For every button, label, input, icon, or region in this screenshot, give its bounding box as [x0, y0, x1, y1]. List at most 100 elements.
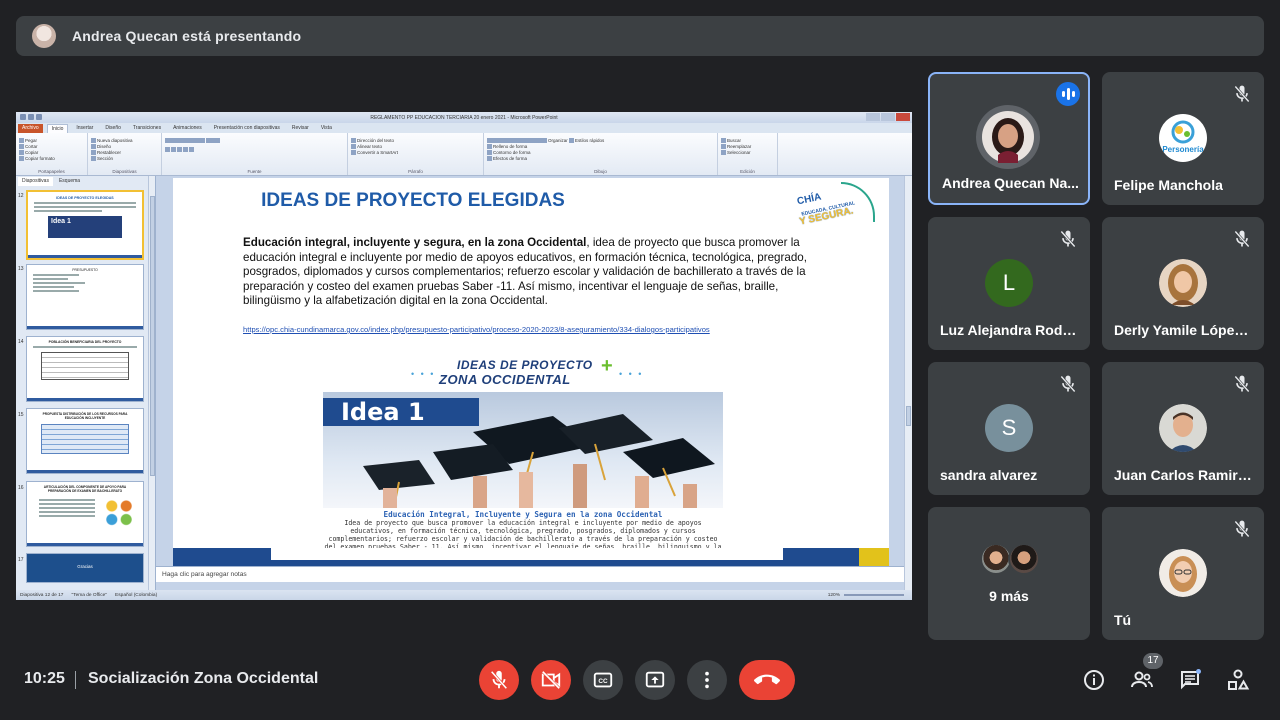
participant-tile-sandra[interactable]: S sandra alvarez: [928, 362, 1090, 495]
select-icon: [721, 150, 726, 156]
toggle-mic-button[interactable]: [479, 660, 519, 700]
status-slide-count: Diapositiva 12 de 17: [20, 592, 64, 598]
presenting-banner[interactable]: Andrea Quecan está presentando: [16, 16, 1264, 56]
participant-tile-derly[interactable]: Derly Yamile López...: [1102, 217, 1264, 350]
underline-icon: [177, 147, 182, 153]
participant-tile-juan[interactable]: Juan Carlos Ramirez: [1102, 362, 1264, 495]
participant-name: sandra alvarez: [940, 467, 1038, 483]
slides-pane: Diapositivas Esquema 12 IDEAS DE PROYECT…: [16, 176, 156, 590]
thumb-line: [39, 503, 95, 505]
avatar-juan: [1159, 404, 1207, 452]
thumb-16-icons: [101, 497, 137, 527]
group-paragraph: Dirección del texto Alinear texto Conver…: [348, 133, 484, 175]
svg-text:CC: CC: [598, 678, 608, 685]
presenter-avatar: [32, 24, 56, 48]
replace-label: Reemplazar: [727, 144, 752, 149]
participant-tile-andrea[interactable]: Andrea Quecan Na...: [928, 72, 1090, 205]
presenting-text: Andrea Quecan está presentando: [72, 28, 302, 44]
notes-pane[interactable]: Haga clic para agregar notas: [156, 566, 904, 582]
leave-call-button[interactable]: [739, 660, 795, 700]
participant-tile-luz[interactable]: L Luz Alejandra Rodr...: [928, 217, 1090, 350]
thumb-12-title: IDEAS DE PROYECTO ELEGIDAS: [56, 196, 114, 200]
thumb-line: [33, 286, 74, 288]
group-editing: Buscar Reemplazar Seleccionar Edición: [718, 133, 778, 175]
slide-link[interactable]: https://opc.chia-cundinamarca.gov.co/ind…: [243, 325, 710, 334]
thumb-line: [34, 210, 103, 212]
slide-scrollbar[interactable]: [904, 176, 912, 590]
thumbs-scroll-thumb[interactable]: [150, 196, 155, 476]
paste-label: Pegar: [25, 138, 38, 143]
graphic-title: Educación Integral, Incluyente y Segura …: [383, 510, 663, 519]
window-controls: [866, 113, 910, 121]
meeting-details-icon[interactable]: [1082, 668, 1106, 692]
thumb-line: [33, 274, 80, 276]
thumb-16-title: ARTICULACIÓN DEL COMPONENTE DE APOYO PAR…: [43, 485, 127, 493]
align-text-label: Alinear texto: [357, 144, 383, 149]
outline-label: Contorno de forma: [493, 150, 531, 155]
slide-thumb-14: POBLACIÓN BENEFICIARIA DEL PROYECTO: [26, 336, 144, 402]
participant-name: Andrea Quecan Na...: [942, 175, 1079, 191]
people-icon[interactable]: [1130, 668, 1154, 692]
chat-icon[interactable]: [1178, 668, 1202, 692]
format-label: Copiar formato: [25, 156, 55, 161]
thumb-line: [39, 515, 95, 517]
banner-dots-right: • • •: [619, 369, 644, 379]
tab-archivo: Archivo: [18, 124, 43, 133]
drawing-group-label: Dibujo: [594, 169, 607, 174]
thumb-number: 15: [18, 412, 24, 418]
banner-dots-left: • • •: [411, 369, 436, 379]
current-slide: IDEAS DE PROYECTO ELEGIDAS CHÍA EDUCADA,…: [173, 178, 889, 566]
undo-icon: [28, 114, 34, 120]
font-name-box: [165, 138, 205, 144]
group-drawing: Organizar Estilos rápidos Relleno de for…: [484, 133, 718, 175]
thumb-16-text: [33, 497, 101, 527]
activities-icon[interactable]: [1226, 668, 1250, 692]
status-language: Español (Colombia): [115, 592, 158, 598]
captions-button[interactable]: CC: [583, 660, 623, 700]
italic-icon: [171, 147, 176, 153]
smartart-icon: [351, 150, 356, 156]
find-label: Buscar: [727, 138, 742, 143]
speaking-indicator-icon: [1056, 82, 1080, 106]
participant-tile-more[interactable]: 9 más: [928, 507, 1090, 640]
participant-tile-felipe[interactable]: Personería Felipe Manchola: [1102, 72, 1264, 205]
font-size-box: [206, 138, 220, 144]
present-now-button[interactable]: [635, 660, 675, 700]
section-icon: [91, 156, 96, 162]
thumb-bar: [27, 398, 143, 401]
tab-vista: Vista: [320, 125, 332, 131]
slide-thumb-13: PRESUPUESTO: [26, 264, 144, 330]
personeria-logo: [1171, 120, 1195, 144]
slides-group-label: Diapositivas: [112, 169, 137, 174]
shapes-gallery: [487, 138, 547, 144]
fill-label: Relleno de forma: [493, 144, 528, 149]
shared-screen-powerpoint: REGLAMENTO PP EDUCACION TERCIARIA 20 ene…: [16, 112, 912, 600]
slide-scroll-thumb[interactable]: [906, 406, 911, 426]
outline-icon: [487, 150, 492, 156]
copy-icon: [19, 150, 24, 156]
thumb-15-title: PROPUESTA DISTRIBUCIÓN DE LOS RECURSOS P…: [42, 412, 128, 420]
participant-name: Derly Yamile López...: [1114, 322, 1252, 338]
tab-revisar: Revisar: [291, 125, 309, 131]
tab-animaciones: Animaciones: [173, 125, 202, 131]
participant-tile-self[interactable]: Tú: [1102, 507, 1264, 640]
quick-styles-icon: [569, 138, 575, 144]
section-label: Sección: [97, 156, 114, 161]
ppt-title-bar: REGLAMENTO PP EDUCACION TERCIARIA 20 ene…: [16, 112, 912, 123]
mic-off-icon: [1060, 230, 1076, 248]
banner-line2: ZONA OCCIDENTAL: [439, 372, 571, 387]
mic-off-icon: [1234, 375, 1250, 393]
mic-off-icon: [1060, 375, 1076, 393]
thumbs-scrollbar[interactable]: [148, 176, 155, 590]
reset-label: Restablecer: [97, 150, 122, 155]
quick-styles-label: Estilos rápidos: [575, 138, 605, 143]
slide-body-text: Educación integral, incluyente y segura,…: [243, 236, 823, 309]
thumb-line: [39, 511, 95, 513]
more-options-button[interactable]: [687, 660, 727, 700]
cut-icon: [19, 144, 24, 150]
toggle-camera-button[interactable]: [531, 660, 571, 700]
text-direction-label: Dirección del texto: [357, 138, 395, 143]
participant-name: Tú: [1114, 612, 1132, 628]
paste-icon: [19, 138, 24, 144]
quick-access-toolbar: [20, 114, 80, 121]
